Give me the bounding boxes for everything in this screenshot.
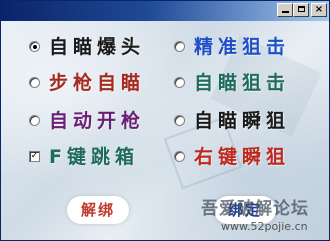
label-precise-sniper: 精准狙击 [194,36,291,58]
app-window: × 自瞄爆头 精准狙击 步枪自瞄 自瞄狙击 自动开枪 自瞄瞬狙 ✓ F键跳箱 右… [0,0,330,241]
radio-right-click-quickscope[interactable] [174,151,185,162]
radio-auto-fire[interactable] [29,115,40,126]
close-icon: × [314,4,324,15]
label-right-click-quickscope: 右键瞬狙 [194,146,291,168]
minimize-button[interactable] [277,3,293,17]
label-auto-aim-sniper: 自瞄狙击 [194,72,291,94]
close-button[interactable]: × [311,3,327,17]
unbind-button[interactable]: 解绑 [67,196,129,224]
radio-auto-aim-quickscope[interactable] [174,115,185,126]
check-mark-icon: ✓ [30,151,39,161]
radio-auto-aim-burst-head[interactable] [29,41,40,52]
radio-rifle-auto-aim[interactable] [29,77,40,88]
label-auto-aim-quickscope: 自瞄瞬狙 [194,110,291,132]
radio-selected-dot [33,45,37,49]
maximize-button[interactable] [293,3,309,17]
label-auto-fire: 自动开枪 [49,110,146,132]
label-f-key-jump-box: F键跳箱 [49,146,139,168]
radio-precise-sniper[interactable] [174,41,185,52]
maximize-icon [297,6,305,12]
watermark-title: 吾爱破解论坛 [201,199,309,219]
checkbox-f-key-jump-box[interactable]: ✓ [29,151,40,162]
watermark-url: www.52pojie.cn [221,220,308,233]
minimize-icon [281,11,289,13]
label-auto-aim-burst-head: 自瞄爆头 [49,36,146,58]
radio-auto-aim-sniper[interactable] [174,77,185,88]
label-rifle-auto-aim: 步枪自瞄 [49,72,146,94]
title-bar[interactable]: × [1,1,329,21]
